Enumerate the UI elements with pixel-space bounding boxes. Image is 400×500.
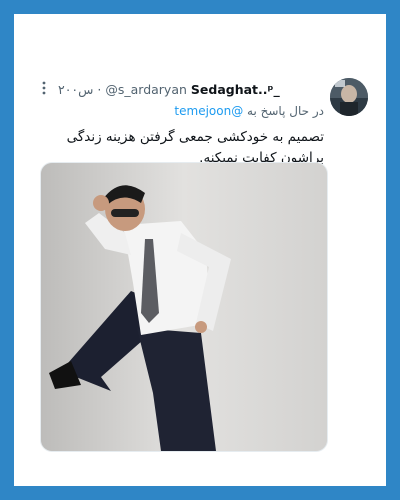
reply-prefix: در حال پاسخ به — [247, 104, 324, 118]
reply-context: در حال پاسخ به @temejoon — [34, 104, 324, 122]
more-vertical-icon[interactable] — [39, 80, 49, 96]
tweet-header: ۲۰۰س · @s_ardaryan Sedaghat..ᵖ_ — [58, 82, 324, 100]
tweet-display-name[interactable]: Sedaghat..ᵖ_ — [191, 82, 280, 97]
tweet-card-frame: ۲۰۰س · @s_ardaryan Sedaghat..ᵖ_ در حال پ… — [14, 14, 386, 486]
reply-to-mention[interactable]: @temejoon — [174, 104, 243, 118]
avatar[interactable] — [330, 78, 368, 116]
tweet[interactable]: ۲۰۰س · @s_ardaryan Sedaghat..ᵖ_ در حال پ… — [14, 14, 386, 486]
photo-illustration — [41, 163, 327, 451]
tweet-media-photo[interactable] — [40, 162, 328, 452]
tweet-handle[interactable]: @s_ardaryan — [105, 82, 187, 97]
tweet-time[interactable]: ۲۰۰س — [58, 82, 93, 97]
